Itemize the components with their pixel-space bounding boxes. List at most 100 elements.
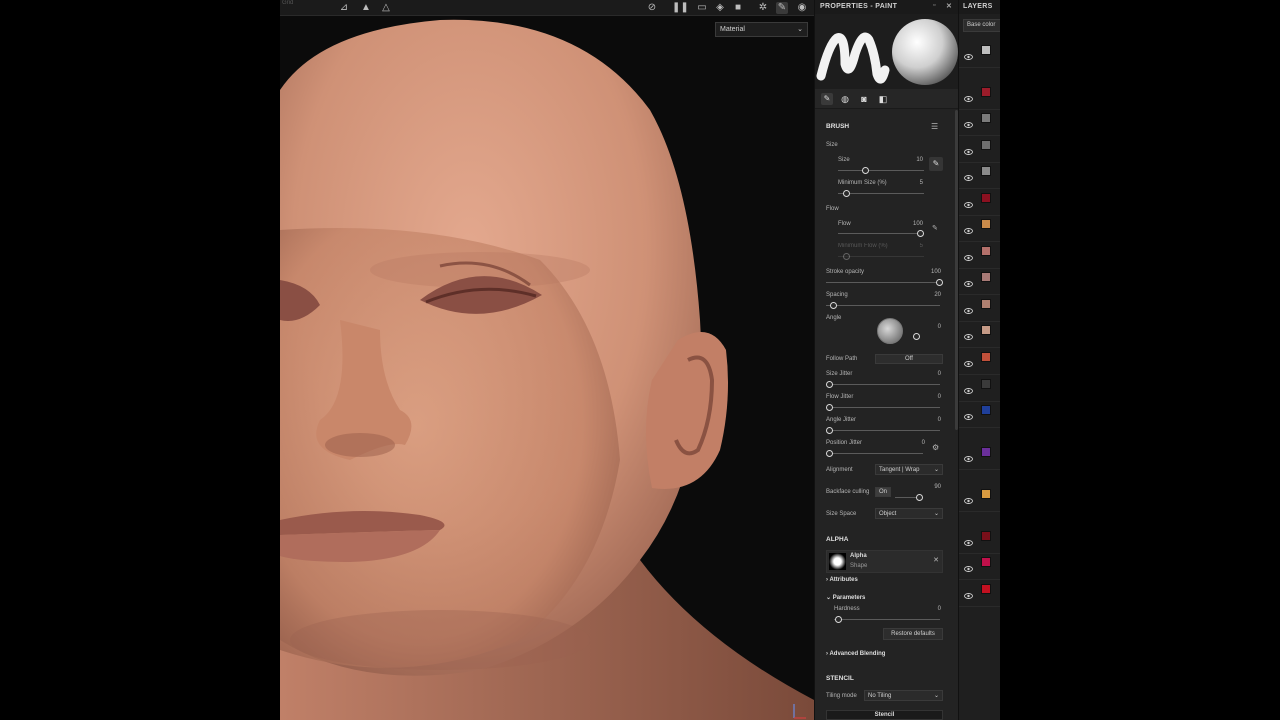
size-slider-knob[interactable] [862, 167, 869, 174]
layer-row[interactable] [959, 488, 1000, 512]
screenshot-icon[interactable]: ◉ [796, 2, 808, 14]
size-jitter-slider-knob[interactable] [826, 381, 833, 388]
menu-icon[interactable]: ☰ [931, 122, 938, 131]
hardness-slider-track[interactable] [834, 619, 940, 620]
advanced-blending-expander[interactable]: › Advanced Blending [826, 651, 885, 657]
size-jitter-value[interactable]: 0 [925, 371, 941, 377]
mountain-icon[interactable]: ▲ [360, 2, 372, 14]
camera-icon[interactable]: ■ [732, 2, 744, 14]
layer-row[interactable] [959, 404, 1000, 428]
settings-gear-icon[interactable]: ⚙ [932, 443, 939, 452]
visibility-eye-icon[interactable] [964, 533, 973, 546]
settings-icon[interactable]: ✲ [757, 2, 769, 14]
visibility-eye-icon[interactable] [964, 142, 973, 155]
flow-value[interactable]: 100 [903, 221, 923, 227]
hide-icon[interactable]: ⊘ [646, 2, 658, 14]
flow-jitter-slider-track[interactable] [826, 407, 940, 408]
visibility-eye-icon[interactable] [964, 168, 973, 181]
layer-row[interactable] [959, 86, 1000, 110]
visibility-eye-icon[interactable] [964, 89, 973, 102]
visibility-eye-icon[interactable] [964, 491, 973, 504]
close-icon[interactable]: ✕ [946, 2, 952, 10]
backface-slider-knob[interactable] [916, 494, 923, 501]
layer-row[interactable] [959, 165, 1000, 189]
layer-row[interactable] [959, 192, 1000, 216]
tab-material-icon[interactable]: ◍ [839, 93, 851, 105]
stroke-opacity-slider-knob[interactable] [936, 279, 943, 286]
layer-row[interactable] [959, 556, 1000, 580]
position-jitter-slider-knob[interactable] [826, 450, 833, 457]
visibility-eye-icon[interactable] [964, 449, 973, 462]
tiling-mode-select[interactable]: No Tiling ⌄ [864, 690, 943, 701]
visibility-eye-icon[interactable] [964, 221, 973, 234]
size-slider-track[interactable] [838, 170, 924, 171]
visibility-eye-icon[interactable] [964, 381, 973, 394]
visibility-eye-icon[interactable] [964, 47, 973, 60]
layer-row[interactable] [959, 139, 1000, 163]
hardness-slider-knob[interactable] [835, 616, 842, 623]
visibility-eye-icon[interactable] [964, 407, 973, 420]
angle-jitter-value[interactable]: 0 [925, 417, 941, 423]
backface-culling-value[interactable]: 90 [925, 484, 941, 490]
stencil-slot[interactable]: Stencil [826, 710, 943, 720]
flow-slider-knob[interactable] [917, 230, 924, 237]
visibility-eye-icon[interactable] [964, 115, 973, 128]
visibility-eye-icon[interactable] [964, 327, 973, 340]
size-space-select[interactable]: Object ⌄ [875, 508, 943, 519]
hardness-value[interactable]: 0 [925, 606, 941, 612]
visibility-eye-icon[interactable] [964, 586, 973, 599]
spacing-slider-knob[interactable] [830, 302, 837, 309]
flow-jitter-value[interactable]: 0 [925, 394, 941, 400]
alignment-select[interactable]: Tangent | Wrap ⌄ [875, 464, 943, 475]
size-jitter-slider-track[interactable] [826, 384, 940, 385]
stroke-opacity-value[interactable]: 100 [921, 269, 941, 275]
3d-viewport[interactable]: Grid ⊿ ▲ △ ⊘ ❚❚ ▭ ◈ ■ ✲ ✎ ◉ Material ⌄ [280, 0, 814, 720]
spacing-value[interactable]: 20 [921, 292, 941, 298]
tab-brush-icon[interactable]: ✎ [821, 93, 833, 105]
layer-row[interactable] [959, 245, 1000, 269]
tab-alpha-icon[interactable]: ◙ [858, 93, 870, 105]
backface-culling-toggle[interactable]: On [875, 487, 891, 497]
layer-row[interactable] [959, 446, 1000, 470]
follow-path-toggle[interactable]: Off [875, 354, 943, 364]
min-size-slider-track[interactable] [838, 193, 924, 194]
tab-stencil-icon[interactable]: ◧ [877, 93, 889, 105]
pen-pressure-icon[interactable]: ✎ [929, 157, 943, 171]
angle-value[interactable]: 0 [925, 324, 941, 330]
angle-dial[interactable] [877, 318, 903, 344]
size-value[interactable]: 10 [905, 157, 923, 163]
angle-slider-knob[interactable] [913, 333, 920, 340]
visibility-eye-icon[interactable] [964, 301, 973, 314]
pause-icon[interactable]: ❚❚ [672, 2, 689, 14]
triangle-icon[interactable]: △ [380, 2, 392, 14]
layer-row[interactable] [959, 583, 1000, 607]
layer-row[interactable] [959, 378, 1000, 402]
popout-icon[interactable]: ▫ [933, 2, 936, 9]
layer-row[interactable] [959, 271, 1000, 295]
min-size-value[interactable]: 5 [905, 180, 923, 186]
cube-icon[interactable]: ◈ [714, 2, 726, 14]
flow-jitter-slider-knob[interactable] [826, 404, 833, 411]
position-jitter-value[interactable]: 0 [909, 440, 925, 446]
material-select[interactable]: Material ⌄ [715, 22, 808, 37]
symmetry-icon[interactable]: ⊿ [338, 2, 350, 14]
attributes-expander[interactable]: › Attributes [826, 577, 858, 583]
layer-row[interactable] [959, 351, 1000, 375]
min-size-slider-knob[interactable] [843, 190, 850, 197]
paint-brush-icon[interactable]: ✎ [776, 2, 788, 14]
visibility-eye-icon[interactable] [964, 248, 973, 261]
stroke-opacity-slider-track[interactable] [826, 282, 940, 283]
flow-slider-track[interactable] [838, 233, 924, 234]
angle-jitter-slider-track[interactable] [826, 430, 940, 431]
visibility-eye-icon[interactable] [964, 559, 973, 572]
layer-row[interactable] [959, 112, 1000, 136]
alpha-slot[interactable]: Alpha Shape ✕ [826, 550, 943, 573]
layer-row[interactable] [959, 298, 1000, 322]
visibility-eye-icon[interactable] [964, 195, 973, 208]
remove-alpha-icon[interactable]: ✕ [933, 556, 939, 564]
parameters-expander[interactable]: ⌄ Parameters [826, 594, 865, 601]
flow-pressure-icon[interactable]: ✎ [932, 224, 938, 232]
position-jitter-slider-track[interactable] [826, 453, 923, 454]
angle-jitter-slider-knob[interactable] [826, 427, 833, 434]
layer-row[interactable] [959, 530, 1000, 554]
